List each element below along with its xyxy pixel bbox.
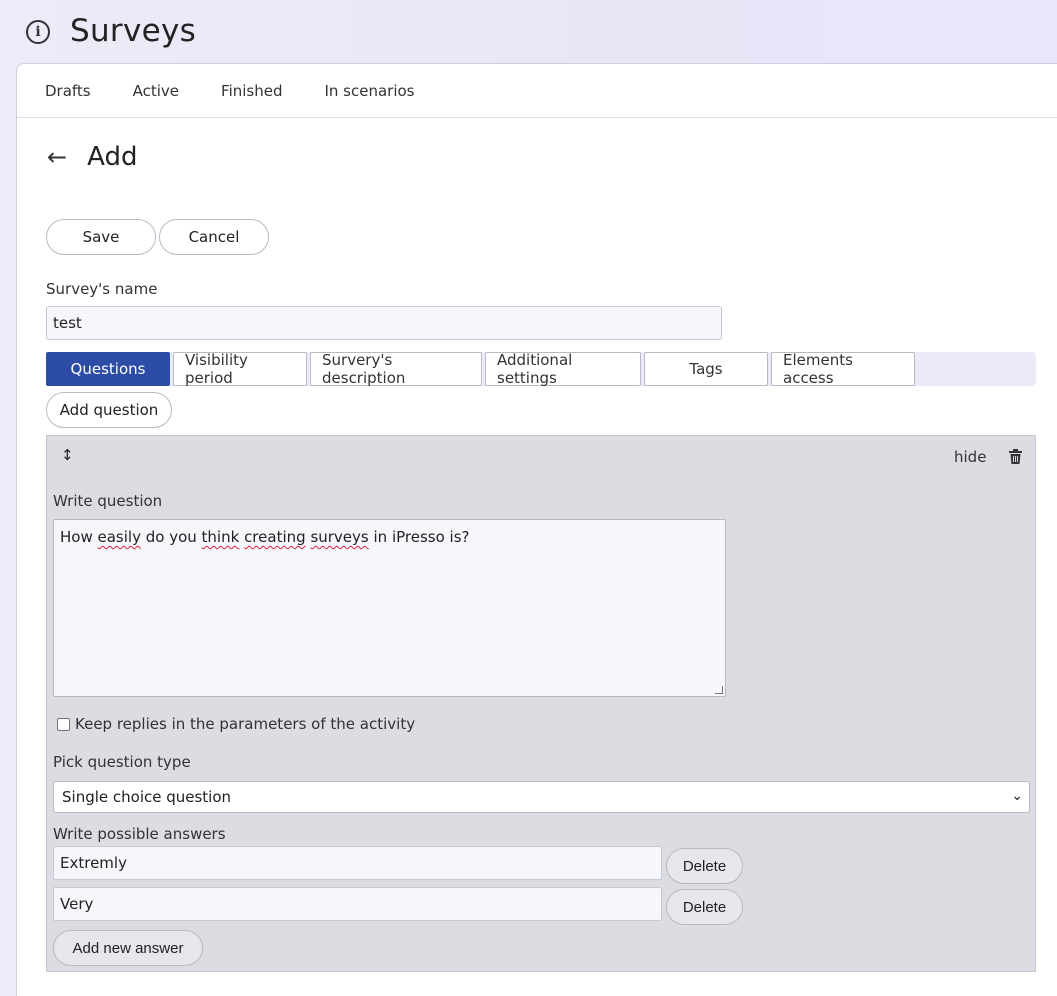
status-tabs: Drafts Active Finished In scenarios (17, 64, 1057, 118)
question-text-part: surveys (310, 528, 369, 546)
delete-answer-button[interactable]: Delete (666, 889, 743, 925)
chevron-down-icon: ⌄ (1011, 788, 1023, 804)
write-question-label: Write question (53, 492, 163, 510)
tab-in-scenarios[interactable]: In scenarios (324, 82, 414, 100)
keep-replies-label: Keep replies in the parameters of the ac… (75, 715, 416, 733)
survey-name-input[interactable]: test (46, 306, 722, 340)
tab-drafts[interactable]: Drafts (45, 82, 91, 100)
question-text-part: How (60, 528, 98, 546)
app-header: i Surveys (0, 0, 1057, 62)
survey-name-label: Survey's name (46, 280, 158, 298)
add-question-button[interactable]: Add question (46, 392, 172, 428)
drag-vertical-icon[interactable]: ↕ (61, 446, 74, 464)
tab-active[interactable]: Active (133, 82, 179, 100)
answer-input[interactable]: Extremly (53, 846, 662, 880)
resize-grip-icon[interactable] (715, 686, 723, 694)
question-type-select[interactable]: Single choice question ⌄ (53, 781, 1030, 813)
tab-tags[interactable]: Tags (644, 352, 768, 386)
sub-header: ← Add (47, 142, 137, 172)
page-title: Surveys (70, 13, 197, 49)
section-tabs: Questions Visibility period Survery's de… (46, 351, 1036, 387)
cancel-button[interactable]: Cancel (159, 219, 269, 255)
question-text-part: think (201, 528, 240, 546)
question-text-part: easily (97, 528, 141, 546)
keep-replies-row: Keep replies in the parameters of the ac… (57, 715, 415, 733)
question-text-part: in iPresso is? (368, 528, 470, 546)
info-icon[interactable]: i (26, 20, 50, 44)
main-panel: Drafts Active Finished In scenarios ← Ad… (16, 63, 1057, 996)
tab-finished[interactable]: Finished (221, 82, 282, 100)
arrow-left-icon[interactable]: ← (47, 145, 67, 169)
tab-questions[interactable]: Questions (46, 352, 170, 386)
tab-visibility-period[interactable]: Visibility period (173, 351, 307, 387)
answer-input[interactable]: Very (53, 887, 662, 921)
question-textarea[interactable]: How easily do you think creating surveys… (53, 519, 726, 697)
tab-elements-access[interactable]: Elements access (771, 351, 915, 387)
trash-icon[interactable] (1009, 449, 1022, 464)
tab-survey-description[interactable]: Survery's description (310, 351, 482, 387)
delete-answer-button[interactable]: Delete (666, 848, 743, 884)
action-row: Save Cancel (46, 219, 269, 255)
answers-label: Write possible answers (53, 825, 226, 843)
question-text-part: creating (244, 528, 306, 546)
sub-title: Add (87, 142, 138, 172)
hide-link[interactable]: hide (954, 448, 986, 466)
keep-replies-checkbox[interactable] (57, 717, 70, 731)
save-button[interactable]: Save (46, 219, 156, 255)
add-new-answer-button[interactable]: Add new answer (53, 930, 203, 966)
question-card: ↕ hide Write question How easily do you … (46, 435, 1036, 972)
question-type-label: Pick question type (53, 753, 191, 771)
question-type-value: Single choice question (62, 788, 232, 806)
tab-additional-settings[interactable]: Additional settings (485, 351, 641, 387)
question-text-part: do you (140, 528, 202, 546)
